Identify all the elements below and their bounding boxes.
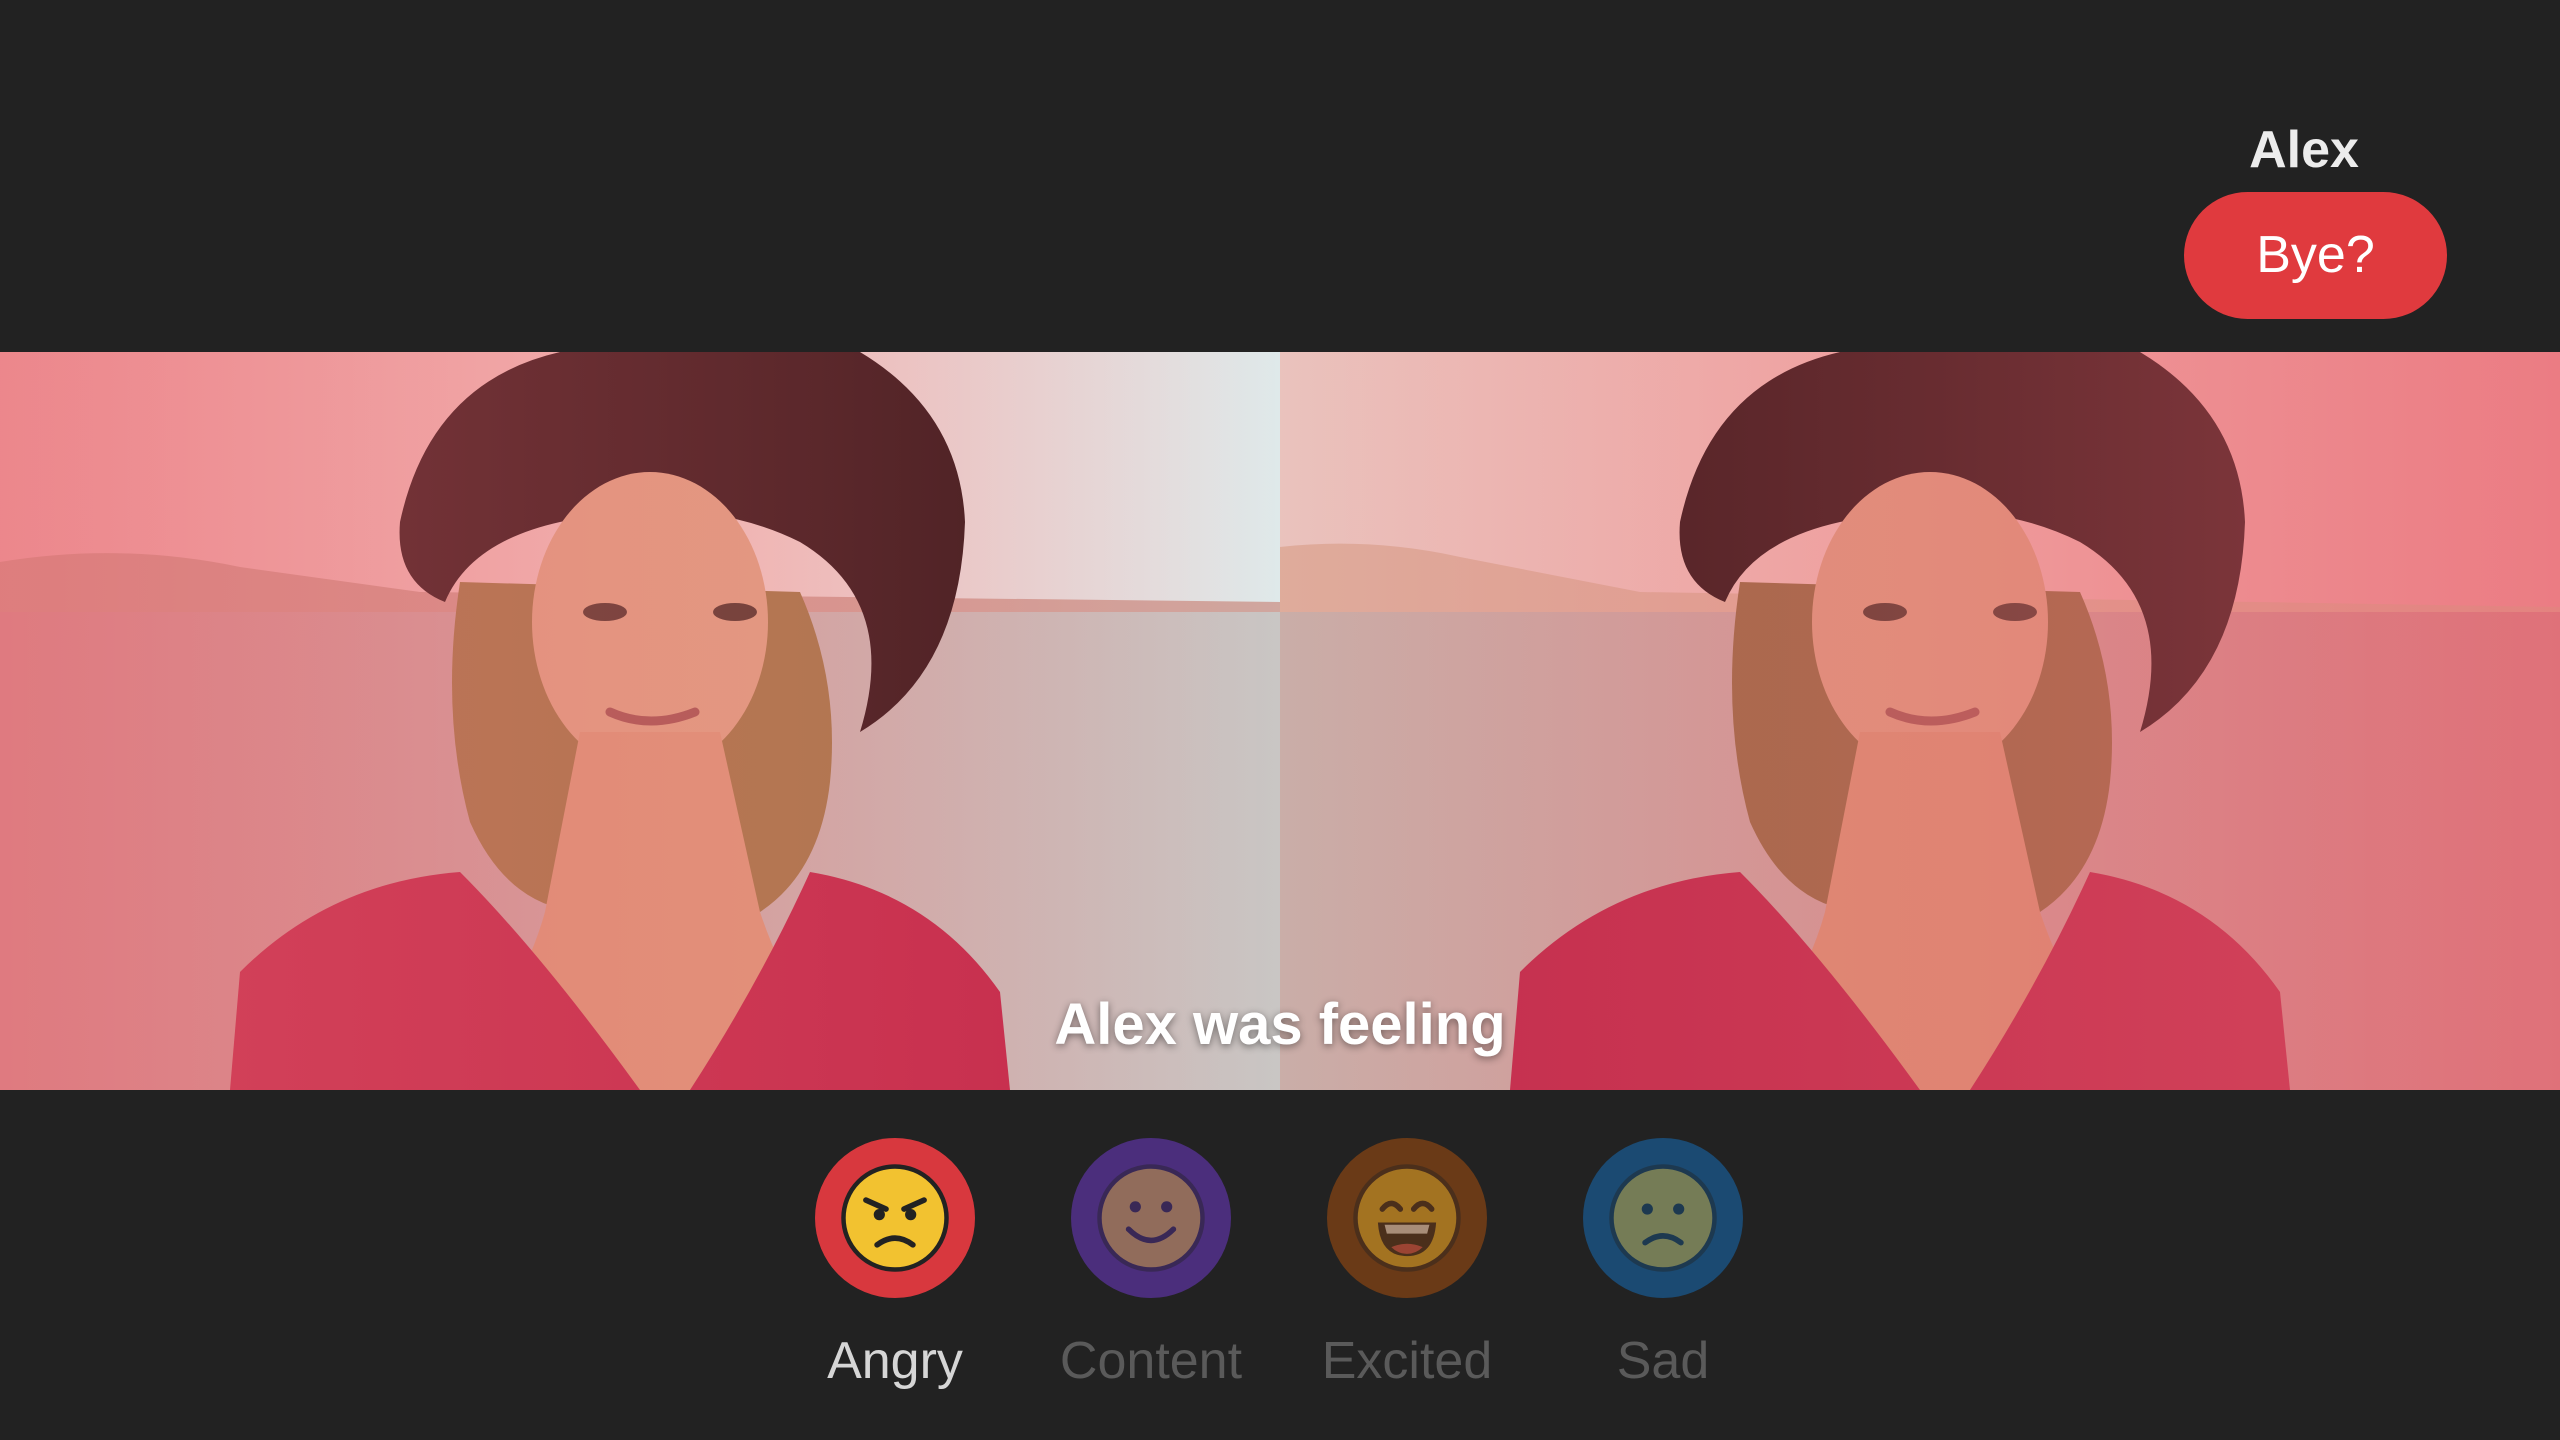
- smiling-face-icon: [1097, 1164, 1205, 1272]
- sad-face-icon: [1609, 1164, 1717, 1272]
- emotion-label: Content: [1059, 1332, 1243, 1390]
- emotion-label: Angry: [827, 1332, 963, 1390]
- portrait-photo-right: [1280, 352, 2560, 1090]
- emotion-option-sad[interactable]: Sad: [1543, 1138, 1783, 1398]
- portrait-image: [0, 352, 1280, 1090]
- emotion-ring: [1583, 1138, 1743, 1298]
- photo-stage: [0, 352, 2560, 1090]
- emotion-option-content[interactable]: Content: [1031, 1138, 1271, 1398]
- app-window: Alex Bye? Alex was feeling Angry Content…: [0, 0, 2560, 1440]
- emotion-option-excited[interactable]: Excited: [1287, 1138, 1527, 1398]
- user-name: Alex: [2249, 121, 2359, 179]
- portrait-photo-left: [0, 352, 1280, 1090]
- bye-button[interactable]: Bye?: [2184, 192, 2447, 319]
- emotion-option-angry[interactable]: Angry: [775, 1138, 1015, 1398]
- grinning-face-icon: [1353, 1164, 1461, 1272]
- emotion-label: Sad: [1616, 1332, 1710, 1390]
- emotion-ring: [815, 1138, 975, 1298]
- feeling-caption: Alex was feeling: [1054, 992, 1506, 1057]
- portrait-image: [1280, 352, 2560, 1090]
- emotion-label: Excited: [1321, 1332, 1493, 1390]
- emotion-ring: [1327, 1138, 1487, 1298]
- angry-face-icon: [841, 1164, 949, 1272]
- emotion-ring: [1071, 1138, 1231, 1298]
